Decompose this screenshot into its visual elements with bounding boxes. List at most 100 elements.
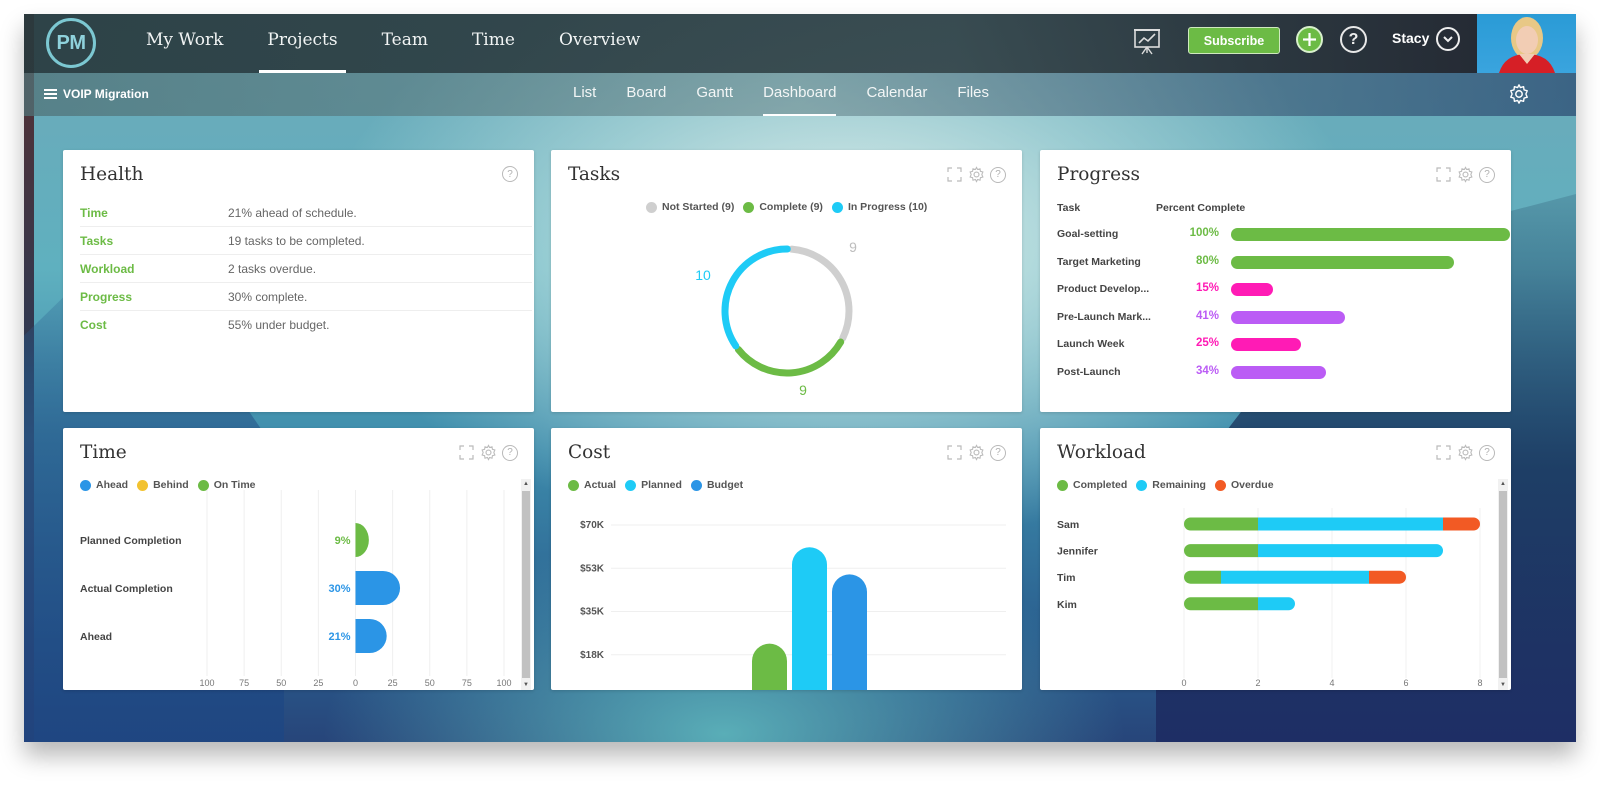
time-bar [355, 619, 387, 653]
time-data-label: 9% [335, 535, 351, 547]
scroll-down-arrow-icon[interactable]: ▼ [1498, 680, 1508, 690]
progress-percent-label: 15% [1195, 282, 1219, 295]
donut-data-label: 9 [849, 239, 857, 255]
pm-logo[interactable]: PM [46, 18, 96, 68]
x-tick-label: 100 [199, 678, 214, 688]
progress-col-percent: Percent Complete [1156, 202, 1246, 214]
health-value: 2 tasks overdue. [228, 261, 317, 276]
app-window: PM My Work Projects Team Time Overview S… [24, 14, 1576, 742]
user-name[interactable]: Stacy [1392, 30, 1429, 46]
help-icon[interactable]: ? [1479, 166, 1495, 183]
subscribe-button[interactable]: Subscribe [1188, 27, 1280, 54]
tab-files[interactable]: Files [942, 73, 1004, 116]
time-bar [355, 571, 401, 605]
progress-percent-label: 41% [1195, 309, 1219, 322]
health-label: Cost [80, 318, 107, 332]
expand-icon[interactable] [1435, 166, 1452, 183]
x-tick-label: 25 [313, 678, 323, 688]
scroll-thumb[interactable] [522, 491, 530, 678]
time-row-label: Actual Completion [80, 583, 173, 595]
help-icon[interactable]: ? [502, 166, 518, 182]
progress-task-label: Product Develop... [1057, 283, 1150, 296]
health-value: 30% complete. [228, 289, 308, 304]
nav-team[interactable]: Team [360, 14, 450, 73]
nav-projects[interactable]: Projects [245, 14, 359, 73]
add-button[interactable] [1296, 26, 1323, 53]
tab-gantt[interactable]: Gantt [681, 73, 748, 116]
tab-board[interactable]: Board [611, 73, 681, 116]
scroll-down-arrow-icon[interactable]: ▼ [521, 680, 531, 690]
project-menu[interactable]: VOIP Migration [44, 87, 149, 101]
user-menu-chevron-icon[interactable] [1436, 27, 1460, 51]
nav-overview[interactable]: Overview [537, 14, 662, 73]
workload-bar-remaining [1221, 570, 1369, 584]
x-tick-label: 6 [1403, 678, 1408, 688]
workload-bar-completed [1184, 517, 1258, 531]
project-name: VOIP Migration [63, 87, 149, 101]
help-button[interactable]: ? [1340, 26, 1367, 53]
y-tick-label: $35K [580, 607, 605, 618]
workload-bar-remaining [1258, 517, 1443, 531]
health-row: Cost 55% under budget. [80, 311, 532, 339]
health-row: Time 21% ahead of schedule. [80, 199, 532, 227]
plus-icon [1303, 33, 1316, 46]
cost-bar-actual [752, 643, 787, 690]
donut-data-label: 10 [695, 267, 711, 283]
tasks-card: Tasks ? Not Started (9) Complete (9) In … [551, 150, 1022, 412]
progress-bar [1231, 228, 1510, 241]
workload-scrollbar[interactable]: ▲ ▼ [1498, 479, 1508, 690]
progress-percent-label: 25% [1195, 337, 1219, 350]
health-row: Workload 2 tasks overdue. [80, 255, 532, 283]
progress-task-label: Pre-Launch Mark... [1057, 310, 1151, 323]
health-value: 55% under budget. [228, 318, 330, 332]
x-tick-label: 75 [462, 678, 472, 688]
y-tick-label: $18K [580, 650, 605, 661]
nav-my-work[interactable]: My Work [124, 14, 245, 73]
health-value: 19 tasks to be completed. [228, 233, 365, 248]
scroll-up-arrow-icon[interactable]: ▲ [1498, 479, 1508, 489]
x-tick-label: 2 [1255, 678, 1260, 688]
x-tick-label: 25 [388, 678, 398, 688]
settings-gear-icon[interactable] [1508, 83, 1530, 105]
workload-bar-overdue [1369, 570, 1406, 584]
scroll-up-arrow-icon[interactable]: ▲ [521, 479, 531, 489]
progress-row: Launch Week 25% [1057, 336, 1497, 352]
progress-bar [1231, 255, 1455, 269]
health-value: 21% ahead of schedule. [228, 205, 357, 220]
health-title: Health [80, 164, 144, 185]
cost-bar-budget [832, 574, 867, 690]
y-tick-label: $53K [580, 563, 605, 574]
time-card: Time ? Ahead Behind On Time 100 75 50 25 0 25… [63, 428, 534, 690]
workload-person-label: Jennifer [1057, 546, 1098, 558]
gear-icon[interactable] [1457, 166, 1474, 183]
user-avatar[interactable] [1477, 14, 1576, 73]
tasks-donut-chart: 9 9 10 [695, 239, 857, 398]
workload-bar-completed [1184, 544, 1258, 558]
scroll-thumb[interactable] [1499, 491, 1507, 678]
workload-bar-remaining [1258, 544, 1443, 558]
x-tick-label: 4 [1329, 678, 1334, 688]
presentation-chart-icon[interactable] [1132, 27, 1162, 57]
tab-calendar[interactable]: Calendar [851, 73, 942, 116]
progress-percent-label: 34% [1195, 365, 1219, 377]
health-label: Workload [80, 261, 135, 276]
progress-bar [1231, 338, 1301, 352]
x-tick-label: 0 [1181, 678, 1186, 688]
progress-row: Pre-Launch Mark... 41% [1057, 309, 1497, 325]
main-nav: My Work Projects Team Time Overview [124, 14, 662, 73]
workload-bar-completed [1184, 597, 1258, 611]
progress-row: Goal-setting 100% [1057, 226, 1510, 242]
tab-list[interactable]: List [558, 73, 611, 116]
workload-bar-overdue [1443, 517, 1480, 531]
progress-col-task: Task [1057, 202, 1081, 214]
cost-card: Cost ? Actual Planned Budget $0$18K$35K$… [551, 428, 1022, 690]
nav-time[interactable]: Time [450, 14, 537, 73]
workload-chart: 0 2 4 6 8 Sam Jennifer Tim Kim [1057, 508, 1483, 688]
y-tick-label: $70K [580, 520, 605, 531]
x-tick-label: 50 [425, 678, 435, 688]
time-scrollbar[interactable]: ▲ ▼ [521, 479, 531, 690]
progress-percent-label: 100% [1189, 227, 1219, 239]
tab-dashboard[interactable]: Dashboard [748, 73, 851, 116]
donut-segment [721, 245, 791, 350]
health-label: Progress [80, 289, 133, 304]
